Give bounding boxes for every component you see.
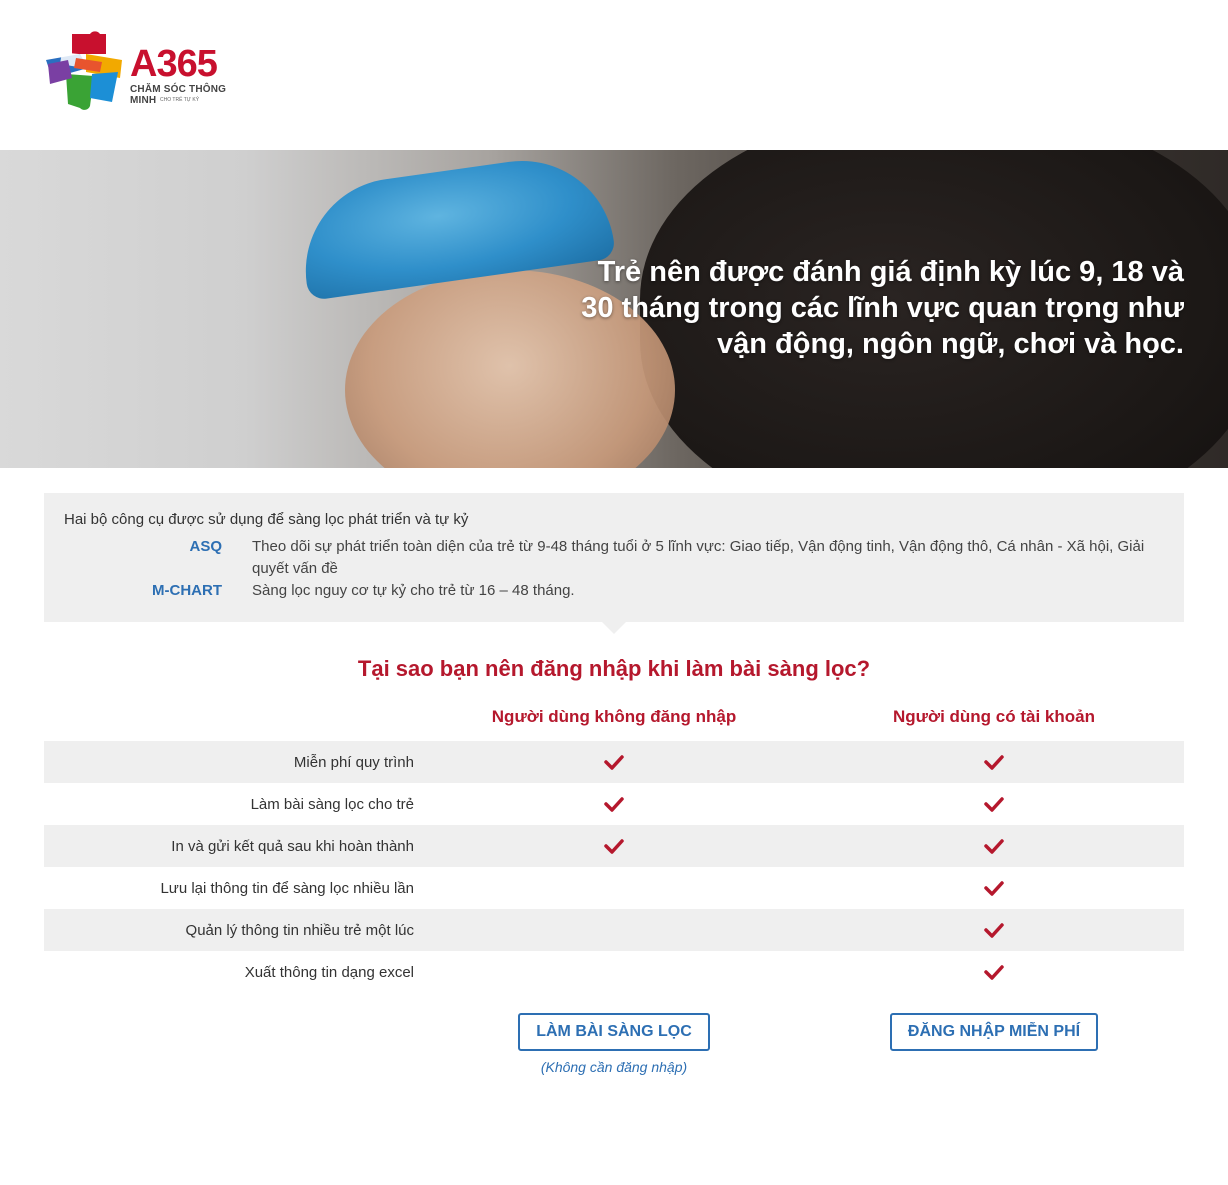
a365-logo[interactable]: A365 CHĂM SÓC THÔNG MINH CHO TRẺ TỰ KỶ <box>42 30 242 114</box>
col-header-guest: Người dùng không đăng nhập <box>491 707 737 726</box>
tool-name-mchart[interactable]: M-CHART <box>64 580 252 602</box>
cell-guest <box>424 796 804 812</box>
tool-row-mchart: M-CHART Sàng lọc nguy cơ tự kỷ cho trẻ t… <box>64 580 1164 602</box>
checkmark-icon <box>604 797 624 812</box>
checkmark-icon <box>984 839 1004 854</box>
cell-member <box>804 922 1184 938</box>
comparison-title: Tại sao bạn nên đăng nhập khi làm bài sà… <box>357 656 871 681</box>
tool-row-asq: ASQ Theo dõi sự phát triển toàn diện của… <box>64 536 1164 580</box>
table-row: Miễn phí quy trình <box>44 741 1184 783</box>
table-row: Quản lý thông tin nhiều trẻ một lúc <box>44 909 1184 951</box>
hero-title: Trẻ nên được đánh giá định kỳ lúc 9, 18 … <box>581 256 1184 360</box>
puzzle-logo-icon <box>46 31 122 110</box>
cell-member <box>804 754 1184 770</box>
tools-panel: Hai bộ công cụ được sử dụng để sàng lọc … <box>44 493 1184 634</box>
site-header: A365 CHĂM SÓC THÔNG MINH CHO TRẺ TỰ KỶ <box>0 0 1228 150</box>
no-login-note: (Không cần đăng nhập) <box>540 1059 688 1075</box>
logo-tagline-small: CHO TRẺ TỰ KỶ <box>160 97 200 103</box>
cell-member <box>804 964 1184 980</box>
action-bar: LÀM BÀI SÀNG LỌC (Không cần đăng nhập) Đ… <box>44 1013 1184 1075</box>
comparison-header: Người dùng không đăng nhập Người dùng có… <box>44 707 1184 731</box>
checkmark-icon <box>984 755 1004 770</box>
checkmark-icon <box>984 923 1004 938</box>
tool-name-asq[interactable]: ASQ <box>64 536 252 580</box>
hero-banner: Trẻ nên được đánh giá định kỳ lúc 9, 18 … <box>0 150 1228 468</box>
cell-member <box>804 880 1184 896</box>
action-guest: LÀM BÀI SÀNG LỌC (Không cần đăng nhập) <box>424 1013 804 1075</box>
table-row: In và gửi kết quả sau khi hoàn thành <box>44 825 1184 867</box>
checkmark-icon <box>984 881 1004 896</box>
col-header-member: Người dùng có tài khoản <box>893 707 1095 726</box>
table-row: Làm bài sàng lọc cho trẻ <box>44 783 1184 825</box>
action-spacer <box>44 1013 424 1075</box>
row-label: Miễn phí quy trình <box>293 753 414 771</box>
row-label: Lưu lại thông tin để sàng lọc nhiều lần <box>160 879 414 897</box>
checkmark-icon <box>984 797 1004 812</box>
tools-title: Hai bộ công cụ được sử dụng để sàng lọc … <box>64 511 469 528</box>
table-row: Lưu lại thông tin để sàng lọc nhiều lần <box>44 867 1184 909</box>
checkmark-icon <box>984 965 1004 980</box>
cell-guest <box>424 838 804 854</box>
row-label: Làm bài sàng lọc cho trẻ <box>250 795 414 813</box>
row-label: In và gửi kết quả sau khi hoàn thành <box>171 837 414 855</box>
cell-guest <box>424 754 804 770</box>
start-screening-button[interactable]: LÀM BÀI SÀNG LỌC <box>518 1013 710 1051</box>
logo-wordmark: A365 <box>130 43 218 85</box>
tool-desc-mchart: Sàng lọc nguy cơ tự kỷ cho trẻ từ 16 – 4… <box>252 582 575 599</box>
table-row: Xuất thông tin dạng excel <box>44 951 1184 993</box>
cell-member <box>804 838 1184 854</box>
free-login-button[interactable]: ĐĂNG NHẬP MIỄN PHÍ <box>889 1013 1099 1051</box>
checkmark-icon <box>604 839 624 854</box>
cell-member <box>804 796 1184 812</box>
action-member: ĐĂNG NHẬP MIỄN PHÍ <box>804 1013 1184 1075</box>
row-label: Xuất thông tin dạng excel <box>244 963 414 981</box>
tool-desc-asq: Theo dõi sự phát triển toàn diện của trẻ… <box>252 538 1145 577</box>
row-label: Quản lý thông tin nhiều trẻ một lúc <box>185 921 414 939</box>
comparison-header-spacer <box>44 707 424 731</box>
checkmark-icon <box>604 755 624 770</box>
comparison-table: Miễn phí quy trình Làm bài sàng lọc cho t… <box>44 741 1184 993</box>
